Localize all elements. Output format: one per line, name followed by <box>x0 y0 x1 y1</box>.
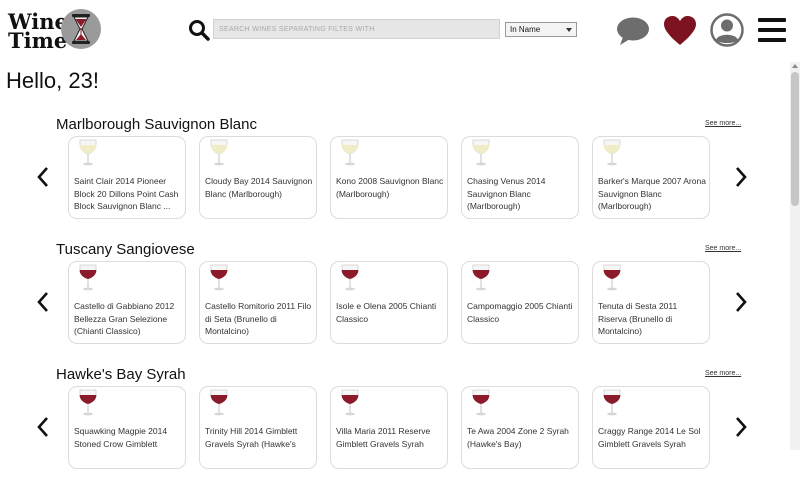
search-filter-value: In Name <box>510 25 541 34</box>
see-more-link[interactable]: See more... <box>705 120 741 127</box>
wine-card-name: Barker's Marque 2007 Arona Sauvignon Bla… <box>598 176 706 211</box>
carousel-prev-arrow-icon[interactable] <box>36 416 50 438</box>
wine-card-name: Chasing Venus 2014 Sauvignon Blanc (Marl… <box>467 176 546 211</box>
search-icon[interactable] <box>187 18 211 42</box>
wine-card[interactable]: Squawking Magpie 2014 Stoned Crow Gimble… <box>68 386 186 469</box>
wine-card-name: Castello di Gabbiano 2012 Bellezza Gran … <box>74 301 175 336</box>
chevron-down-icon <box>566 28 572 32</box>
wine-card[interactable]: Saint Clair 2014 Pioneer Block 20 Dillon… <box>68 136 186 219</box>
wine-card-name: Saint Clair 2014 Pioneer Block 20 Dillon… <box>74 176 179 211</box>
see-more-link[interactable]: See more... <box>705 245 741 252</box>
wine-card-name: Castello Romitorio 2011 Filo di Seta (Br… <box>205 301 312 336</box>
wine-card[interactable]: Craggy Range 2014 Le Sol Gimblett Gravel… <box>592 386 710 469</box>
wine-card-name: Cloudy Bay 2014 Sauvignon Blanc (Marlbor… <box>205 176 313 199</box>
wine-card-name: Campomaggio 2005 Chianti Classico <box>467 301 573 324</box>
wine-card-name: Squawking Magpie 2014 Stoned Crow Gimble… <box>74 426 168 449</box>
chat-bubble-icon[interactable] <box>615 15 651 47</box>
wine-card[interactable]: Isole e Olena 2005 Chianti Classico <box>330 261 448 344</box>
hourglass-logo-icon[interactable] <box>60 8 102 50</box>
scroll-up-arrow-icon[interactable] <box>792 64 798 68</box>
user-profile-icon[interactable] <box>710 13 744 47</box>
wine-card[interactable]: Kono 2008 Sauvignon Blanc (Marlborough) <box>330 136 448 219</box>
see-more-link[interactable]: See more... <box>705 370 741 377</box>
wine-card-name: Kono 2008 Sauvignon Blanc (Marlborough) <box>336 176 444 199</box>
logo-wordmark[interactable]: Wine Time <box>8 11 68 53</box>
wine-card[interactable]: Tenuta di Sesta 2011 Riserva (Brunello d… <box>592 261 710 344</box>
scrollbar-thumb[interactable] <box>791 72 799 206</box>
section-title: Marlborough Sauvignon Blanc <box>56 116 257 133</box>
wine-card-name: Tenuta di Sesta 2011 Riserva (Brunello d… <box>598 301 678 336</box>
wine-card[interactable]: Campomaggio 2005 Chianti Classico <box>461 261 579 344</box>
wine-card-name: Villa Maria 2011 Reserve Gimblett Gravel… <box>336 426 431 449</box>
wine-card-name: Trinity Hill 2014 Gimblett Gravels Syrah… <box>205 426 298 449</box>
search-input[interactable] <box>213 19 500 39</box>
section-title: Hawke's Bay Syrah <box>56 366 186 383</box>
header: Wine Time In Name <box>0 0 790 62</box>
greeting-heading: Hello, 23! <box>6 68 99 93</box>
wine-card[interactable]: Castello di Gabbiano 2012 Bellezza Gran … <box>68 261 186 344</box>
wine-card-name: Te Awa 2004 Zone 2 Syrah (Hawke's Bay) <box>467 426 569 449</box>
wine-card[interactable]: Villa Maria 2011 Reserve Gimblett Gravel… <box>330 386 448 469</box>
wine-card-name: Craggy Range 2014 Le Sol Gimblett Gravel… <box>598 426 701 449</box>
wine-card[interactable]: Trinity Hill 2014 Gimblett Gravels Syrah… <box>199 386 317 469</box>
wine-card[interactable]: Chasing Venus 2014 Sauvignon Blanc (Marl… <box>461 136 579 219</box>
wine-card[interactable]: Cloudy Bay 2014 Sauvignon Blanc (Marlbor… <box>199 136 317 219</box>
wine-card[interactable]: Te Awa 2004 Zone 2 Syrah (Hawke's Bay) <box>461 386 579 469</box>
wine-section: Marlborough Sauvignon Blanc See more... Sa… <box>0 116 790 236</box>
hamburger-menu-icon[interactable] <box>758 18 786 42</box>
search-filter-select[interactable]: In Name <box>505 22 577 37</box>
carousel-prev-arrow-icon[interactable] <box>36 291 50 313</box>
wine-card-name: Isole e Olena 2005 Chianti Classico <box>336 301 437 324</box>
heart-icon[interactable] <box>663 15 697 47</box>
wine-card[interactable]: Castello Romitorio 2011 Filo di Seta (Br… <box>199 261 317 344</box>
carousel-next-arrow-icon[interactable] <box>734 416 748 438</box>
wine-section: Hawke's Bay Syrah See more... Squawking Ma… <box>0 366 790 486</box>
logo-line-2: Time <box>8 28 68 53</box>
section-title: Tuscany Sangiovese <box>56 241 195 258</box>
carousel-next-arrow-icon[interactable] <box>734 291 748 313</box>
carousel-next-arrow-icon[interactable] <box>734 166 748 188</box>
carousel-prev-arrow-icon[interactable] <box>36 166 50 188</box>
wine-card[interactable]: Barker's Marque 2007 Arona Sauvignon Bla… <box>592 136 710 219</box>
wine-section: Tuscany Sangiovese See more... Castello di… <box>0 241 790 361</box>
